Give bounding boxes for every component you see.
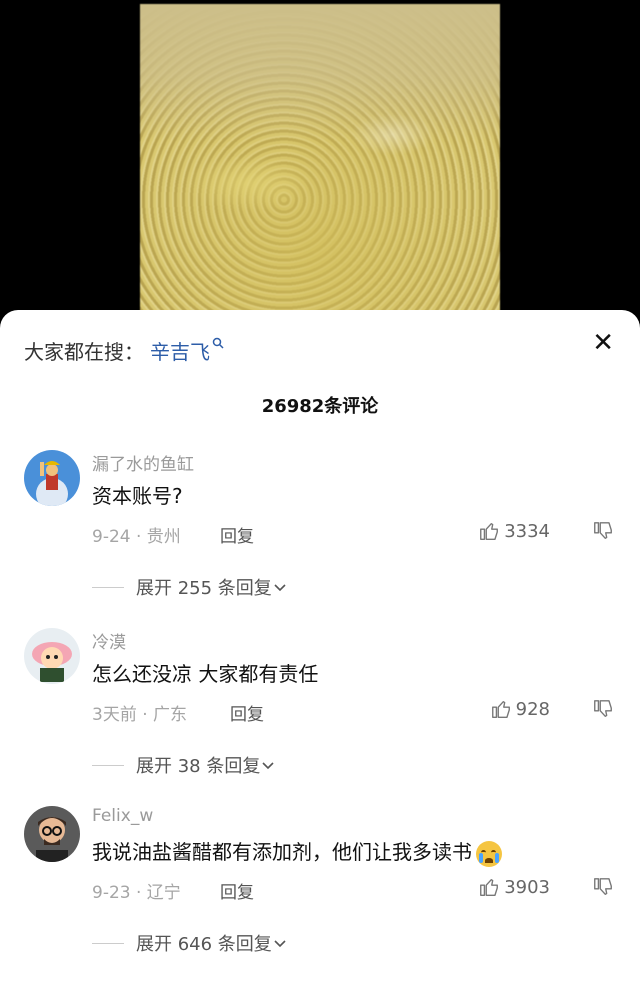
search-keyword[interactable]: 辛吉飞 <box>150 336 210 365</box>
expand-replies-button[interactable]: 展开 38 条回复 <box>92 752 276 778</box>
like-button[interactable]: 3903 <box>478 876 550 898</box>
avatar[interactable] <box>24 628 80 684</box>
reply-button[interactable]: 回复 <box>230 700 264 725</box>
search-icon <box>212 337 224 353</box>
comment-text: 资本账号? <box>92 484 183 508</box>
chevron-down-icon <box>274 940 286 948</box>
video-frame <box>140 4 500 330</box>
expand-label: 展开 38 条回复 <box>136 756 261 777</box>
thumbs-down-icon[interactable] <box>592 876 614 902</box>
comment-text: 我说油盐酱醋都有添加剂，他们让我多读书 <box>92 836 502 867</box>
expand-label: 展开 646 条回复 <box>136 934 272 955</box>
avatar[interactable] <box>24 450 80 506</box>
crying-emoji-icon <box>476 840 502 867</box>
comment-meta: 9-24 · 贵州 <box>92 527 181 547</box>
expand-replies-button[interactable]: 展开 255 条回复 <box>92 574 288 600</box>
divider <box>92 764 124 766</box>
like-count: 3903 <box>504 876 550 898</box>
expand-replies-button[interactable]: 展开 646 条回复 <box>92 930 288 956</box>
search-prefix: 大家都在搜： <box>24 340 144 364</box>
like-count: 928 <box>515 698 550 720</box>
video-area[interactable] <box>0 0 640 330</box>
comment-item: 漏了水的鱼缸 资本账号? 9-24 · 贵州 回复 3334 展开 255 条回… <box>0 450 640 620</box>
like-button[interactable]: 3334 <box>478 520 550 542</box>
comment-username[interactable]: 漏了水的鱼缸 <box>92 450 194 475</box>
divider <box>92 942 124 944</box>
comment-panel: 大家都在搜： 辛吉飞 ✕ 26982条评论 漏了水的鱼缸 资本账号? 9-24 … <box>0 310 640 983</box>
chevron-down-icon <box>274 584 286 592</box>
expand-label: 展开 255 条回复 <box>136 578 272 599</box>
comment-text-content: 我说油盐酱醋都有添加剂，他们让我多读书 <box>92 840 472 864</box>
close-icon[interactable]: ✕ <box>592 328 614 358</box>
comment-text: 怎么还没凉 大家都有责任 <box>92 662 319 686</box>
comment-username[interactable]: Felix_w <box>92 806 153 826</box>
reply-button[interactable]: 回复 <box>220 878 254 903</box>
comment-item: 冷漠 怎么还没凉 大家都有责任 3天前 · 广东 回复 928 展开 38 条回… <box>0 628 640 798</box>
thumbs-up-icon <box>480 878 499 896</box>
divider <box>92 586 124 588</box>
chevron-down-icon <box>262 762 274 770</box>
comment-meta: 9-23 · 辽宁 <box>92 883 181 903</box>
comment-meta: 3天前 · 广东 <box>92 705 188 725</box>
avatar[interactable] <box>24 806 80 862</box>
search-suggestion[interactable]: 大家都在搜： 辛吉飞 <box>24 336 224 365</box>
thumbs-up-icon <box>491 700 510 718</box>
reply-button[interactable]: 回复 <box>220 522 254 547</box>
thumbs-up-icon <box>480 522 499 540</box>
comment-count: 26982条评论 <box>261 396 379 417</box>
like-button[interactable]: 928 <box>490 698 550 720</box>
comment-username[interactable]: 冷漠 <box>92 628 126 653</box>
thumbs-down-icon[interactable] <box>592 520 614 546</box>
thumbs-down-icon[interactable] <box>592 698 614 724</box>
like-count: 3334 <box>504 520 550 542</box>
comment-item: Felix_w 我说油盐酱醋都有添加剂，他们让我多读书 9-23 · 辽宁 回复… <box>0 806 640 976</box>
